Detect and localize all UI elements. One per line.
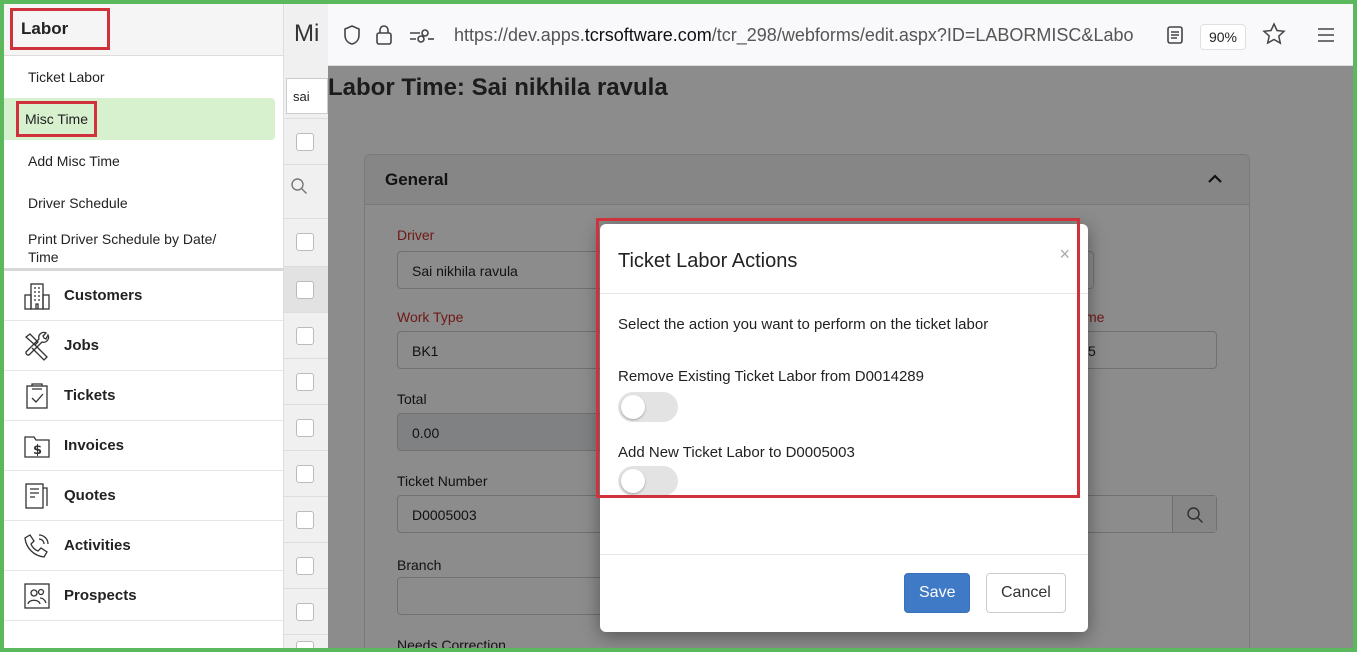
add-new-toggle[interactable] (618, 466, 678, 496)
table-row[interactable] (284, 218, 328, 264)
table-row[interactable] (284, 588, 328, 634)
row-checkbox[interactable] (296, 419, 314, 437)
modal-prompt: Select the action you want to perform on… (618, 316, 989, 333)
save-button[interactable]: Save (904, 573, 971, 613)
sidebar-item-tickets[interactable]: Tickets (4, 371, 283, 421)
row-checkbox[interactable] (296, 603, 314, 621)
list-header-row (284, 118, 328, 164)
browser-popup-window: https://dev.apps.tcrsoftware.com/tcr_298… (328, 4, 1353, 648)
table-row[interactable] (284, 634, 328, 652)
add-new-label: Add New Ticket Labor to D0005003 (618, 444, 855, 461)
sidebar-item-ticket-labor[interactable]: Ticket Labor (4, 56, 283, 98)
sidebar-item-print-driver-schedule[interactable]: Print Driver Schedule by Date/ Time (4, 224, 283, 268)
list-title: Mi (294, 20, 320, 47)
table-row[interactable] (284, 542, 328, 588)
modal-footer: Save Cancel (600, 554, 1088, 632)
document-icon (25, 482, 48, 509)
sidebar-section-labor[interactable]: Labor (10, 8, 110, 50)
row-checkbox[interactable] (296, 233, 314, 251)
zoom-level-indicator[interactable]: 90% (1200, 24, 1246, 50)
table-row[interactable] (284, 496, 328, 542)
modal-header: Ticket Labor Actions × (600, 224, 1088, 294)
shield-icon[interactable] (342, 24, 362, 46)
table-row[interactable] (284, 266, 328, 312)
people-icon (24, 582, 50, 609)
sidebar-header: Labor (4, 4, 283, 56)
remove-existing-label: Remove Existing Ticket Labor from D00142… (618, 368, 924, 385)
sidebar-item-prospects[interactable]: Prospects (4, 571, 283, 621)
row-checkbox[interactable] (296, 281, 314, 299)
sidebar: Labor Ticket Labor Misc Time Add Misc Ti… (4, 4, 284, 648)
row-checkbox[interactable] (296, 557, 314, 575)
building-icon (24, 282, 50, 310)
row-checkbox[interactable] (296, 641, 314, 652)
background-list-panel: Mi sai (284, 4, 328, 652)
page-content: Labor Time: Sai nikhila ravula General D… (328, 66, 1353, 648)
modal-title: Ticket Labor Actions (618, 250, 798, 272)
star-icon[interactable] (1262, 22, 1286, 46)
clipboard-check-icon (26, 382, 48, 409)
cancel-button[interactable]: Cancel (986, 573, 1066, 613)
svg-text:$: $ (33, 443, 42, 458)
select-all-checkbox[interactable] (296, 133, 314, 151)
sidebar-item-customers[interactable]: Customers (4, 271, 283, 321)
reader-view-icon[interactable] (1166, 25, 1184, 45)
dollar-folder-icon: $ (24, 435, 50, 458)
url-bar: https://dev.apps.tcrsoftware.com/tcr_298… (328, 4, 1353, 66)
url-text[interactable]: https://dev.apps.tcrsoftware.com/tcr_298… (454, 25, 1144, 46)
modal-body: Select the action you want to perform on… (600, 294, 1088, 554)
search-icon (291, 178, 307, 194)
sidebar-item-add-misc-time[interactable]: Add Misc Time (4, 140, 283, 182)
sidebar-item-invoices[interactable]: $ Invoices (4, 421, 283, 471)
sidebar-item-misc-time[interactable]: Misc Time (4, 98, 275, 140)
row-checkbox[interactable] (296, 465, 314, 483)
sidebar-item-quotes[interactable]: Quotes (4, 471, 283, 521)
table-row[interactable] (284, 358, 328, 404)
menu-icon[interactable] (1316, 26, 1336, 44)
phone-icon (24, 533, 49, 558)
table-row[interactable] (284, 312, 328, 358)
list-search-input[interactable]: sai (286, 78, 328, 114)
sidebar-item-jobs[interactable]: Jobs (4, 321, 283, 371)
tools-icon (24, 331, 50, 361)
sidebar-item-activities[interactable]: Activities (4, 521, 283, 571)
row-checkbox[interactable] (296, 327, 314, 345)
table-row[interactable] (284, 450, 328, 496)
lock-icon[interactable] (374, 24, 394, 46)
close-icon[interactable]: × (1059, 244, 1070, 265)
row-checkbox[interactable] (296, 373, 314, 391)
row-checkbox[interactable] (296, 511, 314, 529)
table-row[interactable] (284, 404, 328, 450)
remove-existing-toggle[interactable] (618, 392, 678, 422)
sidebar-item-driver-schedule[interactable]: Driver Schedule (4, 182, 283, 224)
list-filter-row (284, 164, 328, 210)
ticket-labor-actions-dialog: Ticket Labor Actions × Select the action… (600, 224, 1088, 632)
permissions-icon[interactable] (408, 28, 436, 44)
